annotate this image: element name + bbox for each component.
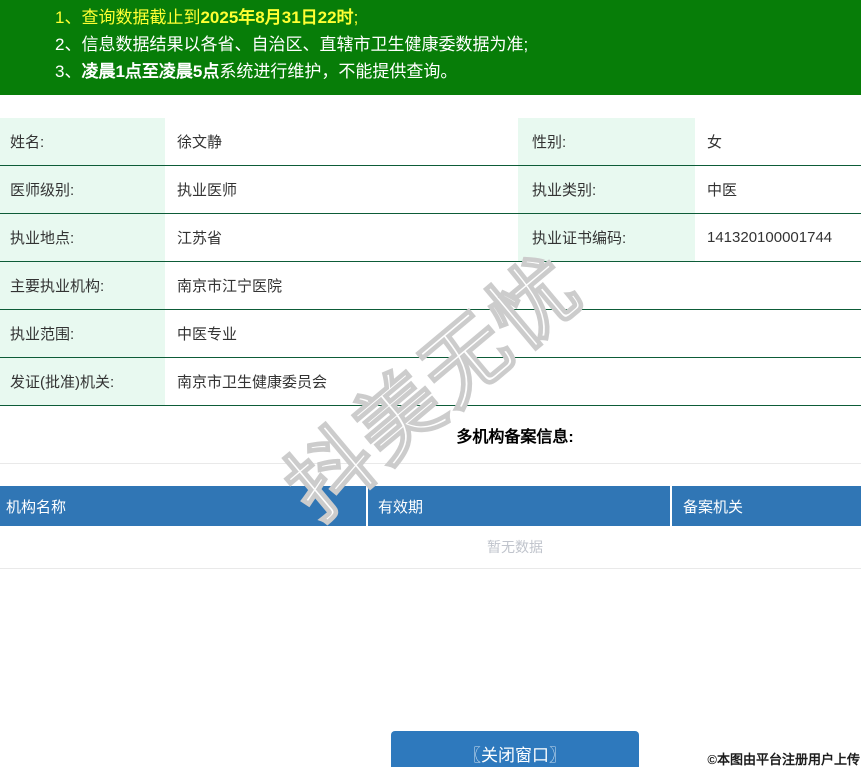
close-window-button[interactable]: 〖关闭窗口〗 (391, 731, 639, 767)
upload-caption: ©本图由平台注册用户上传 (707, 752, 860, 767)
field-label-certificate-code: 执业证书编码: (518, 214, 695, 261)
field-value-name: 徐文静 (177, 134, 223, 151)
table-row: 发证(批准)机关: 南京市卫生健康委员会 (0, 358, 861, 406)
records-table-header: 机构名称 有效期 备案机关 (0, 486, 861, 526)
notice-banner: 1、查询数据截止到2025年8月31日22时; 2、信息数据结果以各省、自治区、… (0, 0, 861, 95)
field-value-certificate-code: 141320100001744 (707, 229, 833, 246)
notice-text: 查询数据截止到 (81, 8, 201, 27)
field-label-gender: 性别: (518, 118, 695, 165)
field-label-main-institution: 主要执业机构: (0, 262, 165, 309)
notice-line-2: 2、信息数据结果以各省、自治区、直辖市卫生健康委数据为准; (0, 31, 861, 58)
table-row: 医师级别: 执业医师 执业类别: 中医 (0, 166, 861, 214)
notice-text: 系统进行维护，不能提供查询。 (219, 62, 458, 81)
notice-text: 信息数据结果以各省、自治区、直辖市卫生健康委数据为准; (81, 35, 529, 54)
notice-text-bold: 2025年8月31日22时 (200, 8, 354, 27)
field-label-doctor-level: 医师级别: (0, 166, 165, 213)
field-value-issuing-authority: 南京市卫生健康委员会 (177, 374, 328, 391)
notice-text: ; (353, 8, 359, 27)
table-row: 姓名: 徐文静 性别: 女 (0, 118, 861, 166)
field-value-practice-scope: 中医专业 (177, 326, 238, 343)
field-label-practice-location: 执业地点: (0, 214, 165, 261)
table-row: 执业范围: 中医专业 (0, 310, 861, 358)
field-label-practice-scope: 执业范围: (0, 310, 165, 357)
page: 1、查询数据截止到2025年8月31日22时; 2、信息数据结果以各省、自治区、… (0, 0, 861, 767)
records-col-validity-period: 有效期 (368, 486, 672, 526)
table-row: 执业地点: 江苏省 执业证书编码: 141320100001744 (0, 214, 861, 262)
records-col-institution-name: 机构名称 (0, 486, 368, 526)
records-col-filing-authority: 备案机关 (683, 498, 744, 516)
field-value-practice-category: 中医 (707, 182, 738, 199)
field-value-doctor-level: 执业医师 (177, 182, 238, 199)
field-value-practice-location: 江苏省 (177, 230, 223, 247)
field-label-issuing-authority: 发证(批准)机关: (0, 358, 165, 405)
notice-line-3: 3、凌晨1点至凌晨5点系统进行维护，不能提供查询。 (0, 58, 861, 85)
table-row: 主要执业机构: 南京市江宁医院 (0, 262, 861, 310)
section-title-multi-institution: 多机构备案信息: (0, 406, 861, 464)
query-result-window: 1、查询数据截止到2025年8月31日22时; 2、信息数据结果以各省、自治区、… (0, 0, 861, 767)
notice-line-1: 1、查询数据截止到2025年8月31日22时; (0, 4, 861, 31)
notice-line-number: 1、 (55, 8, 82, 27)
practitioner-info-table: 姓名: 徐文静 性别: 女 医师级别: 执业医师 执业类别: 中医 执业地点: … (0, 118, 861, 406)
notice-line-number: 2、 (55, 35, 82, 54)
notice-text-bold: 凌晨1点至凌晨5点 (81, 62, 220, 81)
field-value-main-institution: 南京市江宁医院 (177, 278, 283, 295)
field-label-practice-category: 执业类别: (518, 166, 695, 213)
empty-data-text: 暂无数据 (0, 526, 861, 569)
field-value-gender: 女 (707, 134, 723, 151)
notice-line-number: 3、 (55, 62, 82, 81)
field-label-name: 姓名: (0, 118, 165, 165)
